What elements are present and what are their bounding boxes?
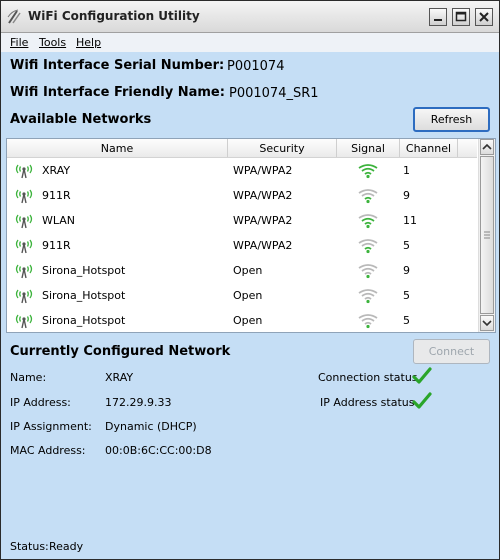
column-signal[interactable]: Signal — [337, 142, 399, 155]
wifi-signal-icon — [358, 164, 378, 179]
wifi-signal-icon — [358, 314, 378, 329]
antenna-icon — [15, 314, 33, 329]
network-security: Open — [233, 264, 263, 277]
ip-address-status-label: IP Address status — [320, 396, 415, 409]
chevron-down-icon — [482, 320, 492, 327]
column-divider[interactable] — [457, 139, 458, 157]
status-value: Ready — [49, 540, 84, 553]
table-row[interactable]: Sirona_Hotspot Open 5 — [7, 283, 477, 308]
connect-button[interactable]: Connect — [413, 339, 490, 364]
network-security: WPA/WPA2 — [233, 189, 293, 202]
antenna-icon — [15, 264, 33, 279]
check-icon — [412, 367, 432, 384]
antenna-icon — [15, 239, 33, 254]
wifi-signal-icon — [358, 239, 378, 254]
table-row[interactable]: Sirona_Hotspot Open 5 — [7, 308, 477, 332]
network-channel: 9 — [403, 189, 410, 202]
table-row[interactable]: 911R WPA/WPA2 5 — [7, 233, 477, 258]
antenna-icon — [15, 289, 33, 304]
refresh-button-label: Refresh — [430, 113, 473, 126]
network-name: WLAN — [42, 214, 76, 227]
networks-list[interactable]: Name Security Signal Channel XRAY WPA/WPA… — [6, 138, 496, 333]
network-name: Sirona_Hotspot — [42, 264, 126, 277]
wifi-signal-icon — [358, 189, 378, 204]
vertical-scrollbar[interactable] — [478, 139, 495, 332]
friendly-name-label: Wifi Interface Friendly Name: — [10, 85, 225, 100]
friendly-name-value: P001074_SR1 — [229, 86, 319, 101]
network-name: 911R — [42, 189, 71, 202]
column-security[interactable]: Security — [228, 142, 336, 155]
title-bar[interactable]: WiFi Configuration Utility — [1, 1, 499, 33]
serial-value: P001074 — [227, 59, 285, 74]
chevron-up-icon — [482, 143, 492, 150]
menu-help[interactable]: Help — [76, 36, 101, 49]
network-channel: 1 — [403, 164, 410, 177]
wifi-signal-icon — [358, 264, 378, 279]
maximize-icon — [455, 11, 467, 22]
table-row[interactable]: WLAN WPA/WPA2 11 — [7, 208, 477, 233]
window-title: WiFi Configuration Utility — [28, 9, 200, 23]
check-icon — [412, 392, 432, 409]
available-networks-title: Available Networks — [10, 112, 152, 127]
column-name[interactable]: Name — [7, 142, 227, 155]
connect-button-label: Connect — [428, 345, 475, 358]
mac-address-label: MAC Address: — [10, 444, 86, 457]
close-icon — [479, 12, 489, 22]
configured-name-label: Name: — [10, 371, 47, 384]
minimize-icon — [434, 19, 442, 21]
table-row[interactable]: 911R WPA/WPA2 9 — [7, 183, 477, 208]
network-security: Open — [233, 289, 263, 302]
ip-assignment-label: IP Assignment: — [10, 420, 92, 433]
network-name: 911R — [42, 239, 71, 252]
menu-file[interactable]: File — [10, 36, 28, 49]
scroll-up-button[interactable] — [480, 139, 494, 155]
network-channel: 9 — [403, 264, 410, 277]
list-header: Name Security Signal Channel — [7, 139, 477, 158]
configured-name-value: XRAY — [105, 371, 134, 384]
network-name: XRAY — [42, 164, 71, 177]
menu-tools[interactable]: Tools — [39, 36, 66, 49]
minimize-button[interactable] — [429, 8, 447, 26]
refresh-button[interactable]: Refresh — [413, 107, 490, 132]
antenna-icon — [15, 189, 33, 204]
ip-address-value: 172.29.9.33 — [105, 396, 172, 409]
grip-icon — [484, 231, 490, 239]
serial-label: Wifi Interface Serial Number: — [10, 58, 225, 73]
wifi-utility-icon — [7, 9, 21, 24]
menu-bar: File Tools Help — [1, 33, 499, 52]
connection-status-label: Connection status — [318, 371, 418, 384]
antenna-icon — [15, 164, 33, 179]
network-channel: 5 — [403, 289, 410, 302]
table-row[interactable]: Sirona_Hotspot Open 9 — [7, 258, 477, 283]
scrollbar-thumb[interactable] — [480, 156, 494, 314]
wifi-signal-icon — [358, 214, 378, 229]
antenna-icon — [15, 214, 33, 229]
configured-network-title: Currently Configured Network — [10, 344, 231, 359]
network-security: WPA/WPA2 — [233, 164, 293, 177]
mac-address-value: 00:0B:6C:CC:00:D8 — [105, 444, 212, 457]
close-button[interactable] — [475, 8, 493, 26]
table-row[interactable]: XRAY WPA/WPA2 1 — [7, 158, 477, 183]
network-name: Sirona_Hotspot — [42, 289, 126, 302]
scroll-down-button[interactable] — [480, 315, 494, 331]
column-channel[interactable]: Channel — [400, 142, 457, 155]
wifi-signal-icon — [358, 289, 378, 304]
network-name: Sirona_Hotspot — [42, 314, 126, 327]
main-window: WiFi Configuration Utility File Tools He… — [0, 0, 500, 560]
network-channel: 5 — [403, 239, 410, 252]
menu-file-label: File — [10, 36, 29, 49]
maximize-button[interactable] — [452, 8, 470, 26]
network-channel: 5 — [403, 314, 410, 327]
network-security: WPA/WPA2 — [233, 239, 293, 252]
status-label: Status: — [10, 540, 49, 553]
network-channel: 11 — [403, 214, 417, 227]
ip-address-label: IP Address: — [10, 396, 71, 409]
network-security: WPA/WPA2 — [233, 214, 293, 227]
menu-help-label: Help — [76, 36, 102, 49]
network-security: Open — [233, 314, 263, 327]
ip-assignment-value: Dynamic (DHCP) — [105, 420, 197, 433]
menu-tools-label: Tools — [39, 36, 67, 49]
